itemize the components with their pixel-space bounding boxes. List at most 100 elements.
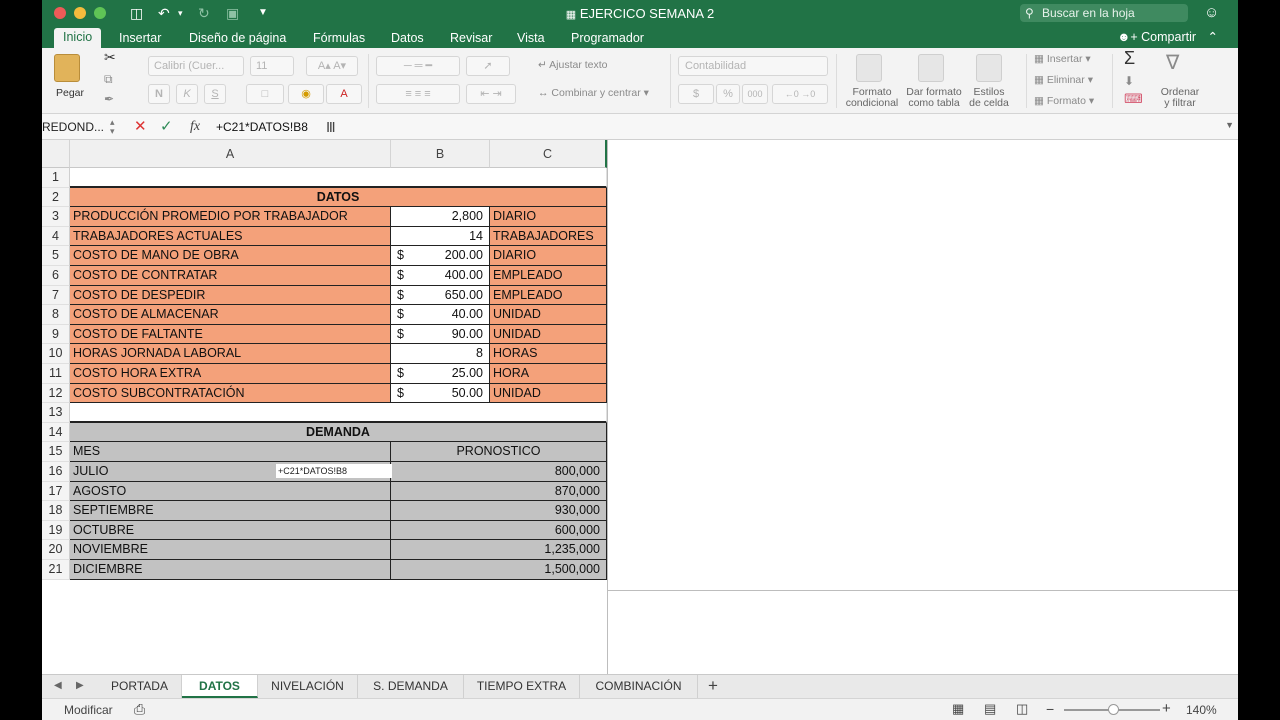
- sheet-tab-portada[interactable]: PORTADA: [98, 675, 182, 698]
- page-break-view-icon[interactable]: ◫: [1016, 701, 1028, 717]
- percent-format-button[interactable]: %: [716, 84, 740, 104]
- tab-formulas[interactable]: Fórmulas: [313, 29, 365, 48]
- datos-value-cell[interactable]: 2,800: [391, 207, 490, 227]
- row-header[interactable]: 15: [42, 442, 70, 462]
- tab-vista[interactable]: Vista: [517, 29, 545, 48]
- thousands-format-button[interactable]: 000: [742, 84, 768, 104]
- column-header-b[interactable]: B: [391, 140, 490, 168]
- add-sheet-icon[interactable]: +: [708, 676, 718, 696]
- datos-value-cell[interactable]: $25.00: [391, 364, 490, 384]
- demanda-header-cell[interactable]: DEMANDA: [70, 422, 607, 443]
- format-as-table-icon[interactable]: [918, 54, 944, 82]
- conditional-format-button[interactable]: Formato condicional: [838, 87, 906, 109]
- cut-icon[interactable]: ✂: [104, 50, 116, 64]
- row-header[interactable]: 5: [42, 246, 70, 266]
- bold-button[interactable]: N: [148, 84, 170, 104]
- decimal-buttons[interactable]: ←0 →0: [772, 84, 828, 104]
- zoom-slider-thumb[interactable]: [1108, 704, 1119, 715]
- font-name-select[interactable]: Calibri (Cuer...: [148, 56, 244, 76]
- datos-value-cell[interactable]: $200.00: [391, 246, 490, 266]
- demanda-mes-cell[interactable]: OCTUBRE: [70, 520, 391, 541]
- insert-function-icon[interactable]: fx: [190, 118, 200, 136]
- datos-unit-cell[interactable]: UNIDAD: [490, 305, 607, 325]
- wrap-text-button[interactable]: ↵ Ajustar texto: [538, 58, 608, 72]
- datos-label-cell[interactable]: PRODUCCIÓN PROMEDIO POR TRABAJADOR: [70, 207, 391, 227]
- empty-row-cell[interactable]: [70, 403, 607, 423]
- demanda-pronostico-header-cell[interactable]: PRONOSTICO: [391, 442, 607, 462]
- font-grow-shrink-buttons[interactable]: A▴ A▾: [306, 56, 358, 76]
- name-box[interactable]: REDOND...: [42, 119, 114, 136]
- datos-unit-cell[interactable]: EMPLEADO: [490, 285, 607, 306]
- datos-value-cell[interactable]: $90.00: [391, 324, 490, 345]
- text-orientation-icon[interactable]: ➚: [466, 56, 510, 76]
- name-box-stepper-icon[interactable]: ▴ ▾: [110, 118, 115, 136]
- sort-filter-button[interactable]: Ordenar y filtrar: [1150, 87, 1210, 109]
- sheet-tab-s-demanda[interactable]: S. DEMANDA: [358, 675, 464, 698]
- datos-unit-cell[interactable]: TRABAJADORES: [490, 226, 607, 247]
- clear-icon[interactable]: ⌨: [1124, 92, 1143, 106]
- feedback-smiley-icon[interactable]: ☺: [1204, 4, 1219, 22]
- column-header-c[interactable]: C: [490, 140, 607, 168]
- demanda-mes-cell[interactable]: SEPTIEMBRE: [70, 501, 391, 521]
- row-header[interactable]: 4: [42, 226, 70, 247]
- demanda-pronostico-cell[interactable]: 1,500,000: [391, 560, 607, 580]
- datos-unit-cell[interactable]: UNIDAD: [490, 324, 607, 345]
- column-header-a[interactable]: A: [70, 140, 391, 168]
- font-color-icon[interactable]: A: [326, 84, 362, 104]
- datos-value-cell[interactable]: $50.00: [391, 383, 490, 404]
- row-header[interactable]: 7: [42, 285, 70, 306]
- empty-row-cell[interactable]: [70, 168, 607, 188]
- row-header[interactable]: 19: [42, 520, 70, 541]
- row-header[interactable]: 1: [42, 168, 70, 188]
- font-size-select[interactable]: 11: [250, 56, 294, 76]
- datos-unit-cell[interactable]: DIARIO: [490, 207, 607, 227]
- normal-view-icon[interactable]: ▦: [952, 701, 964, 717]
- row-header[interactable]: 10: [42, 344, 70, 364]
- demanda-mes-header-cell[interactable]: MES: [70, 442, 391, 462]
- search-sheet-input[interactable]: ⚲ Buscar en la hoja: [1020, 4, 1188, 22]
- spreadsheet-grid[interactable]: A B C 1 2 3 4 5 6 7 8 9 10 11 12 13 14 15 16 17 18 19 20 21 …: [42, 140, 1238, 674]
- datos-unit-cell[interactable]: HORA: [490, 364, 607, 384]
- datos-label-cell[interactable]: COSTO DE CONTRATAR: [70, 266, 391, 286]
- tab-datos[interactable]: Datos: [391, 29, 424, 48]
- demanda-mes-cell[interactable]: NOVIEMBRE: [70, 540, 391, 560]
- demanda-pronostico-cell[interactable]: 930,000: [391, 501, 607, 521]
- datos-label-cell[interactable]: TRABAJADORES ACTUALES: [70, 226, 391, 247]
- autosum-icon[interactable]: Σ: [1124, 48, 1135, 68]
- sheet-tab-datos[interactable]: DATOS: [182, 675, 258, 698]
- demanda-pronostico-cell[interactable]: 600,000: [391, 520, 607, 541]
- demanda-pronostico-cell[interactable]: 870,000: [391, 481, 607, 502]
- italic-button[interactable]: K: [176, 84, 198, 104]
- cell-styles-icon[interactable]: [976, 54, 1002, 82]
- tab-revisar[interactable]: Revisar: [450, 29, 492, 48]
- zoom-out-icon[interactable]: −: [1046, 701, 1054, 717]
- datos-label-cell[interactable]: COSTO DE FALTANTE: [70, 324, 391, 345]
- formula-input[interactable]: +C21*DATOS!B8: [216, 119, 308, 136]
- vertical-align-buttons[interactable]: ─ ═ ━: [376, 56, 460, 76]
- datos-unit-cell[interactable]: EMPLEADO: [490, 266, 607, 286]
- horizontal-align-buttons[interactable]: ≡ ≡ ≡: [376, 84, 460, 104]
- tab-inicio[interactable]: Inicio: [54, 28, 102, 48]
- datos-value-cell[interactable]: $400.00: [391, 266, 490, 286]
- row-header[interactable]: 18: [42, 501, 70, 521]
- row-header[interactable]: 2: [42, 187, 70, 208]
- format-cells-button[interactable]: ▦ Formato ▾: [1034, 94, 1094, 108]
- datos-unit-cell[interactable]: DIARIO: [490, 246, 607, 266]
- indent-buttons[interactable]: ⇤ ⇥: [466, 84, 516, 104]
- tab-programador[interactable]: Programador: [571, 29, 644, 48]
- demanda-mes-cell[interactable]: AGOSTO: [70, 481, 391, 502]
- number-format-select[interactable]: Contabilidad: [678, 56, 828, 76]
- cell-styles-button[interactable]: Estilos de celda: [956, 87, 1022, 109]
- demanda-pronostico-cell[interactable]: 1,235,000: [391, 540, 607, 560]
- prev-sheet-icon[interactable]: ◀: [54, 680, 62, 691]
- row-header[interactable]: 11: [42, 364, 70, 384]
- sort-filter-icon[interactable]: ∇: [1166, 52, 1179, 74]
- datos-label-cell[interactable]: COSTO HORA EXTRA: [70, 364, 391, 384]
- row-header[interactable]: 16: [42, 462, 70, 482]
- zoom-level[interactable]: 140%: [1186, 703, 1217, 717]
- row-header[interactable]: 17: [42, 481, 70, 502]
- confirm-formula-icon[interactable]: ✓: [160, 118, 173, 136]
- paste-icon[interactable]: [54, 54, 80, 82]
- delete-cells-button[interactable]: ▦ Eliminar ▾: [1034, 73, 1093, 87]
- paste-label[interactable]: Pegar: [50, 88, 90, 99]
